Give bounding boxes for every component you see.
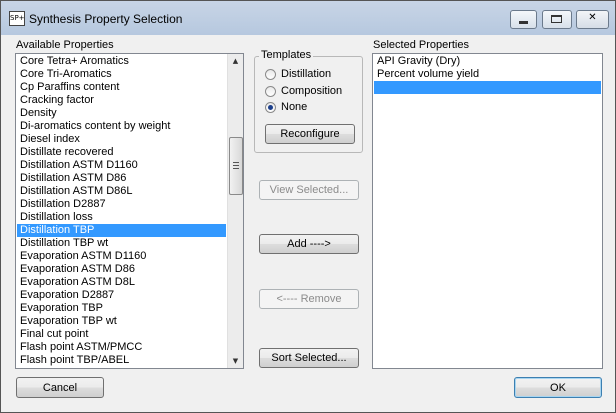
close-button[interactable]: ✕ [576, 10, 609, 29]
available-list-item[interactable]: Di-aromatics content by weight [17, 120, 226, 133]
available-items-container: Core Tetra+ Aromatics Core Tri-Aromatics C… [17, 55, 226, 367]
available-list-item[interactable]: Evaporation TBP wt [17, 315, 226, 328]
available-properties-label: Available Properties [16, 39, 114, 51]
sort-selected-button[interactable]: Sort Selected... [259, 348, 359, 368]
selected-list-item[interactable] [374, 81, 601, 94]
available-list-item[interactable]: Distillation D2887 [17, 198, 226, 211]
available-list-item[interactable]: Distillation ASTM D86 [17, 172, 226, 185]
maximize-icon [551, 15, 562, 23]
reconfigure-button[interactable]: Reconfigure [265, 124, 355, 144]
add-button[interactable]: Add ----> [259, 234, 359, 254]
radio-none-label: None [281, 101, 308, 113]
available-list-item[interactable]: Evaporation ASTM D8L [17, 276, 226, 289]
available-list-item[interactable]: Evaporation D2887 [17, 289, 226, 302]
available-list-item[interactable]: Distillation TBP [17, 224, 226, 237]
radio-none-button[interactable] [265, 102, 276, 113]
grip-line [233, 168, 239, 169]
available-list-item[interactable]: Flash point ASTM/PMCC [17, 341, 226, 354]
available-list-item[interactable]: Distillate recovered [17, 146, 226, 159]
title-bar[interactable]: SP+ Synthesis Property Selection ✕ [1, 1, 615, 35]
grip-line [233, 162, 239, 163]
selected-list-item[interactable]: Percent volume yield [374, 68, 601, 81]
available-list-item[interactable]: Final cut point [17, 328, 226, 341]
available-list-item[interactable]: Cp Paraffins content [17, 81, 226, 94]
maximize-button[interactable] [542, 10, 572, 29]
selected-properties-list[interactable]: API Gravity (Dry) Percent volume yield [372, 53, 603, 369]
radio-composition-button[interactable] [265, 86, 276, 97]
radio-selected-dot [268, 105, 273, 110]
available-list-item[interactable]: Evaporation ASTM D1160 [17, 250, 226, 263]
selected-list-item[interactable]: API Gravity (Dry) [374, 55, 601, 68]
radio-composition-label: Composition [281, 85, 343, 97]
minimize-icon [519, 21, 528, 24]
view-selected-button[interactable]: View Selected... [259, 180, 359, 200]
radio-composition[interactable]: Composition [265, 85, 360, 100]
available-list-item[interactable]: Evaporation ASTM D86 [17, 263, 226, 276]
scroll-up-arrow-icon[interactable]: ▲ [228, 54, 243, 68]
selected-properties-label: Selected Properties [373, 39, 469, 51]
available-list-item[interactable]: Distillation ASTM D86L [17, 185, 226, 198]
templates-group-title: Templates [259, 49, 314, 61]
available-list-item[interactable]: Diesel index [17, 133, 226, 146]
dialog-window: SP+ Synthesis Property Selection ✕ Avail… [0, 0, 616, 413]
available-list-item[interactable]: Cracking factor [17, 94, 226, 107]
available-list-item[interactable]: Density [17, 107, 226, 120]
available-list-scrollbar[interactable]: ▲ ▼ [227, 54, 243, 368]
scrollbar-thumb[interactable] [229, 137, 243, 195]
window-title: Synthesis Property Selection [29, 12, 183, 26]
radio-distillation-button[interactable] [265, 69, 276, 80]
app-icon: SP+ [9, 11, 25, 26]
minimize-button[interactable] [510, 10, 537, 29]
available-list-item[interactable]: Evaporation TBP [17, 302, 226, 315]
available-list-item[interactable]: Distillation TBP wt [17, 237, 226, 250]
selected-items-container: API Gravity (Dry) Percent volume yield [374, 55, 601, 94]
available-list-item[interactable]: Core Tri-Aromatics [17, 68, 226, 81]
available-list-item[interactable]: Distillation loss [17, 211, 226, 224]
scroll-down-arrow-icon[interactable]: ▼ [228, 354, 243, 368]
available-list-item[interactable]: Core Tetra+ Aromatics [17, 55, 226, 68]
remove-button[interactable]: <---- Remove [259, 289, 359, 309]
available-list-item[interactable]: Distillation ASTM D1160 [17, 159, 226, 172]
available-list-item[interactable]: Flash point TBP/ABEL [17, 354, 226, 367]
radio-none[interactable]: None [265, 101, 360, 116]
cancel-button[interactable]: Cancel [16, 377, 104, 398]
available-properties-list[interactable]: Core Tetra+ Aromatics Core Tri-Aromatics C… [15, 53, 244, 369]
ok-button[interactable]: OK [514, 377, 602, 398]
close-icon: ✕ [588, 12, 597, 23]
radio-distillation[interactable]: Distillation [265, 68, 360, 83]
radio-distillation-label: Distillation [281, 68, 332, 80]
grip-line [233, 165, 239, 166]
